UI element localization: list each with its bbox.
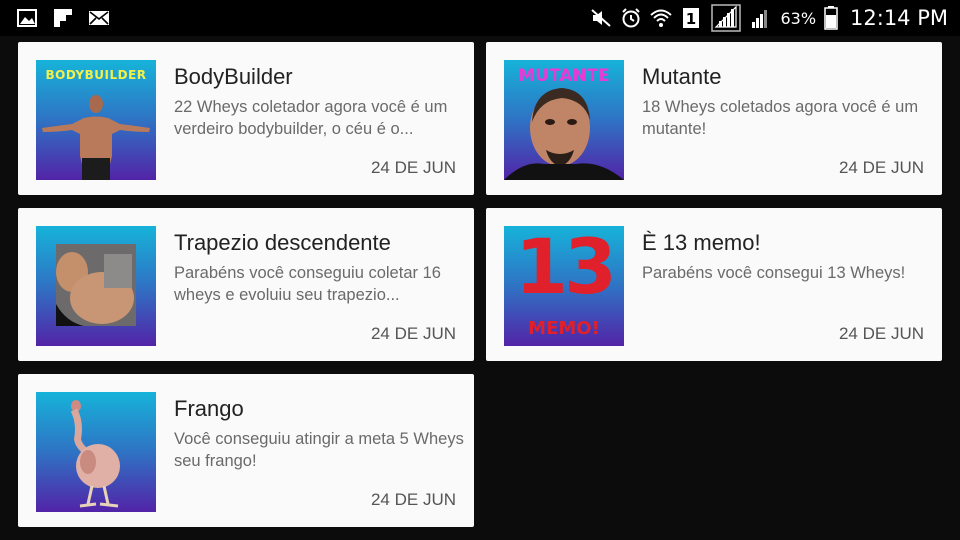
achievement-date: 24 DE JUN [838, 324, 924, 343]
achievement-card[interactable]: BODYBUILDER BodyBuilder 22 Wheys coletad… [18, 42, 474, 195]
achievement-title: BodyBuilder [174, 64, 293, 89]
achievement-title: Trapezio descendente [174, 230, 391, 255]
achievement-description: Parabéns você consegui 13 Wheys! [642, 264, 906, 282]
status-left-icons [16, 7, 110, 29]
achievement-thumbnail [36, 226, 156, 346]
battery-percent: 63% [780, 8, 817, 28]
sim1-icon: 1 [683, 8, 700, 28]
alarm-icon [622, 8, 641, 28]
achievement-card[interactable]: Trapezio descendente Parabéns você conse… [18, 208, 474, 361]
achievement-thumbnail: 13 MEMO! [504, 226, 624, 346]
achievement-date: 24 DE JUN [370, 158, 456, 177]
achievement-description: Parabéns você conseguiu coletar 16 wheys… [174, 264, 441, 304]
svg-text:1: 1 [686, 10, 696, 28]
achievement-description: 22 Wheys coletador agora você é um verde… [174, 98, 448, 138]
wifi-icon [650, 9, 673, 27]
trapezius-photo-icon [56, 244, 136, 326]
achievement-description: 18 Wheys coletados agora você é um mutan… [642, 98, 919, 138]
achievement-thumbnail: BODYBUILDER [36, 60, 156, 180]
achievement-title: È 13 memo! [642, 230, 761, 255]
achievement-description: Você conseguiu atingir a meta 5 Wheys se… [174, 430, 464, 470]
mutant-face-icon [504, 88, 624, 180]
achievement-thumbnail [36, 392, 156, 512]
signal2-icon [752, 10, 768, 28]
gallery-icon [17, 9, 37, 27]
clock: 12:14 PM [850, 6, 948, 30]
achievement-date: 24 DE JUN [370, 490, 456, 509]
thumb-label: 13 [515, 226, 617, 311]
achievement-card[interactable]: Frango Você conseguiu atingir a meta 5 W… [18, 374, 474, 527]
chicken-icon [70, 400, 120, 508]
mail-icon [89, 11, 109, 25]
mute-icon [591, 9, 612, 27]
battery-icon [824, 6, 838, 30]
achievement-title: Frango [174, 396, 244, 421]
achievement-date: 24 DE JUN [838, 158, 924, 177]
achievement-card[interactable]: 13 MEMO! È 13 memo! Parabéns você conseg… [486, 208, 942, 361]
flipboard-icon [54, 9, 72, 27]
achievement-date: 24 DE JUN [370, 324, 456, 343]
achievement-card[interactable]: MUTANTE Mutante 18 Wheys coletados agora… [486, 42, 942, 195]
status-right-icons: 1 63% 12:14 PM [590, 4, 948, 32]
achievement-thumbnail: MUTANTE [504, 60, 624, 180]
bodybuilder-figure-icon [42, 95, 150, 180]
thumb-sublabel: MEMO! [528, 318, 600, 339]
signal-icon [711, 4, 742, 32]
status-bar: 1 63% 12:14 PM [0, 0, 960, 36]
achievement-title: Mutante [642, 64, 722, 89]
